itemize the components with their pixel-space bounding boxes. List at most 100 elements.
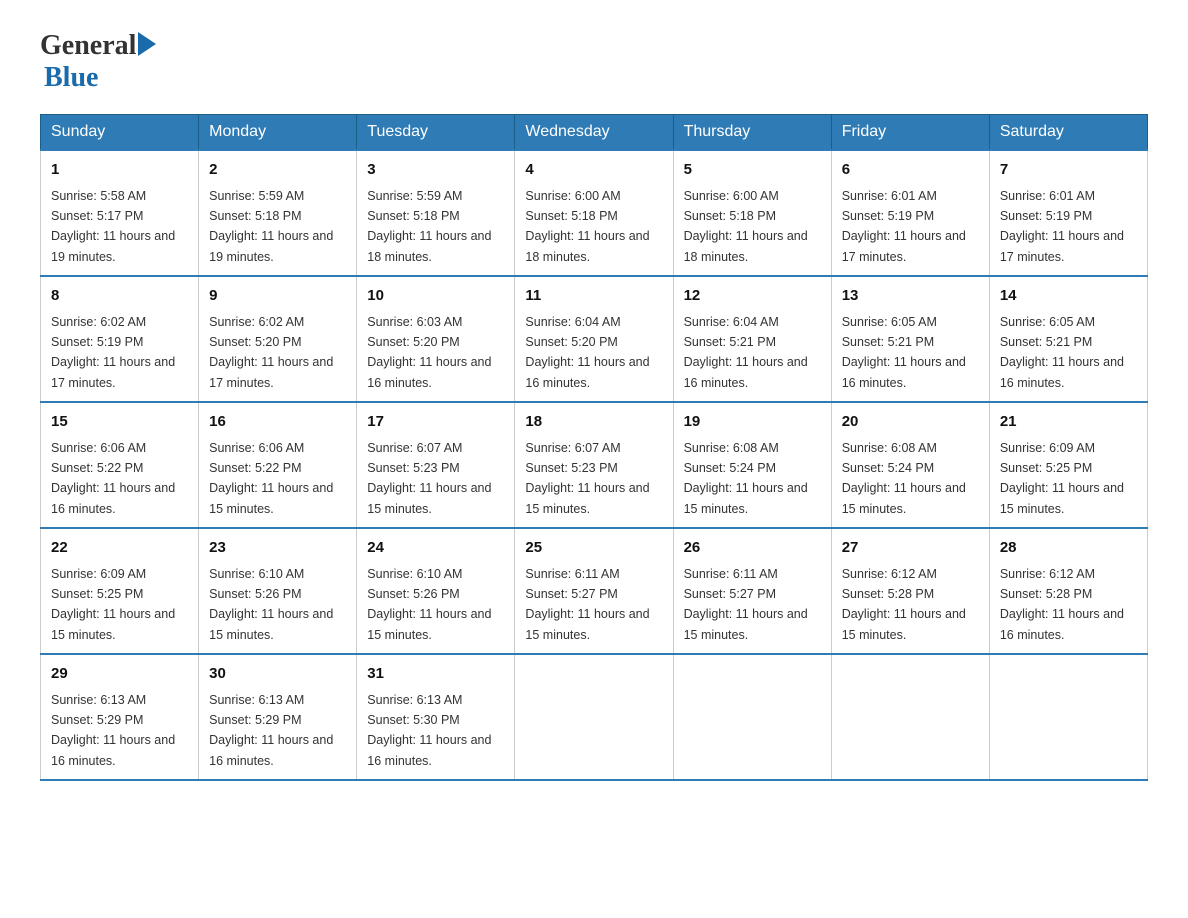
day-number: 11 <box>525 285 662 308</box>
day-cell: 29 Sunrise: 6:13 AMSunset: 5:29 PMDaylig… <box>41 654 199 780</box>
day-number: 6 <box>842 159 979 182</box>
day-info: Sunrise: 6:10 AMSunset: 5:26 PMDaylight:… <box>209 567 333 642</box>
day-info: Sunrise: 6:09 AMSunset: 5:25 PMDaylight:… <box>51 567 175 642</box>
week-row-4: 22 Sunrise: 6:09 AMSunset: 5:25 PMDaylig… <box>41 528 1148 654</box>
day-cell: 7 Sunrise: 6:01 AMSunset: 5:19 PMDayligh… <box>989 150 1147 276</box>
day-cell: 15 Sunrise: 6:06 AMSunset: 5:22 PMDaylig… <box>41 402 199 528</box>
day-number: 25 <box>525 537 662 560</box>
day-info: Sunrise: 5:58 AMSunset: 5:17 PMDaylight:… <box>51 189 175 264</box>
day-number: 9 <box>209 285 346 308</box>
day-number: 22 <box>51 537 188 560</box>
week-row-1: 1 Sunrise: 5:58 AMSunset: 5:17 PMDayligh… <box>41 150 1148 276</box>
day-cell: 4 Sunrise: 6:00 AMSunset: 5:18 PMDayligh… <box>515 150 673 276</box>
day-number: 28 <box>1000 537 1137 560</box>
day-number: 21 <box>1000 411 1137 434</box>
day-cell: 30 Sunrise: 6:13 AMSunset: 5:29 PMDaylig… <box>199 654 357 780</box>
day-number: 18 <box>525 411 662 434</box>
day-cell: 2 Sunrise: 5:59 AMSunset: 5:18 PMDayligh… <box>199 150 357 276</box>
day-cell <box>989 654 1147 780</box>
day-cell: 24 Sunrise: 6:10 AMSunset: 5:26 PMDaylig… <box>357 528 515 654</box>
day-number: 8 <box>51 285 188 308</box>
day-number: 16 <box>209 411 346 434</box>
day-cell: 16 Sunrise: 6:06 AMSunset: 5:22 PMDaylig… <box>199 402 357 528</box>
day-info: Sunrise: 6:04 AMSunset: 5:21 PMDaylight:… <box>684 315 808 390</box>
day-number: 26 <box>684 537 821 560</box>
day-info: Sunrise: 6:09 AMSunset: 5:25 PMDaylight:… <box>1000 441 1124 516</box>
day-info: Sunrise: 6:12 AMSunset: 5:28 PMDaylight:… <box>842 567 966 642</box>
day-cell: 11 Sunrise: 6:04 AMSunset: 5:20 PMDaylig… <box>515 276 673 402</box>
day-number: 20 <box>842 411 979 434</box>
week-row-5: 29 Sunrise: 6:13 AMSunset: 5:29 PMDaylig… <box>41 654 1148 780</box>
weekday-header-tuesday: Tuesday <box>357 115 515 151</box>
day-info: Sunrise: 6:02 AMSunset: 5:19 PMDaylight:… <box>51 315 175 390</box>
day-cell: 22 Sunrise: 6:09 AMSunset: 5:25 PMDaylig… <box>41 528 199 654</box>
weekday-header-saturday: Saturday <box>989 115 1147 151</box>
calendar-table: SundayMondayTuesdayWednesdayThursdayFrid… <box>40 114 1148 781</box>
day-info: Sunrise: 5:59 AMSunset: 5:18 PMDaylight:… <box>367 189 491 264</box>
day-info: Sunrise: 6:00 AMSunset: 5:18 PMDaylight:… <box>684 189 808 264</box>
day-cell <box>831 654 989 780</box>
day-number: 12 <box>684 285 821 308</box>
day-cell: 13 Sunrise: 6:05 AMSunset: 5:21 PMDaylig… <box>831 276 989 402</box>
day-info: Sunrise: 6:13 AMSunset: 5:30 PMDaylight:… <box>367 693 491 768</box>
weekday-header-friday: Friday <box>831 115 989 151</box>
day-info: Sunrise: 6:11 AMSunset: 5:27 PMDaylight:… <box>684 567 808 642</box>
day-cell: 18 Sunrise: 6:07 AMSunset: 5:23 PMDaylig… <box>515 402 673 528</box>
day-cell: 8 Sunrise: 6:02 AMSunset: 5:19 PMDayligh… <box>41 276 199 402</box>
day-number: 10 <box>367 285 504 308</box>
day-number: 14 <box>1000 285 1137 308</box>
day-number: 15 <box>51 411 188 434</box>
header: General Blue <box>40 30 1148 94</box>
day-number: 23 <box>209 537 346 560</box>
day-number: 1 <box>51 159 188 182</box>
day-number: 27 <box>842 537 979 560</box>
day-info: Sunrise: 6:07 AMSunset: 5:23 PMDaylight:… <box>367 441 491 516</box>
day-number: 19 <box>684 411 821 434</box>
day-info: Sunrise: 6:07 AMSunset: 5:23 PMDaylight:… <box>525 441 649 516</box>
day-cell: 17 Sunrise: 6:07 AMSunset: 5:23 PMDaylig… <box>357 402 515 528</box>
day-info: Sunrise: 6:01 AMSunset: 5:19 PMDaylight:… <box>1000 189 1124 264</box>
day-cell: 25 Sunrise: 6:11 AMSunset: 5:27 PMDaylig… <box>515 528 673 654</box>
day-number: 4 <box>525 159 662 182</box>
day-info: Sunrise: 5:59 AMSunset: 5:18 PMDaylight:… <box>209 189 333 264</box>
day-cell: 19 Sunrise: 6:08 AMSunset: 5:24 PMDaylig… <box>673 402 831 528</box>
day-cell: 28 Sunrise: 6:12 AMSunset: 5:28 PMDaylig… <box>989 528 1147 654</box>
day-info: Sunrise: 6:11 AMSunset: 5:27 PMDaylight:… <box>525 567 649 642</box>
day-info: Sunrise: 6:00 AMSunset: 5:18 PMDaylight:… <box>525 189 649 264</box>
day-info: Sunrise: 6:03 AMSunset: 5:20 PMDaylight:… <box>367 315 491 390</box>
day-number: 31 <box>367 663 504 686</box>
day-info: Sunrise: 6:12 AMSunset: 5:28 PMDaylight:… <box>1000 567 1124 642</box>
weekday-header-wednesday: Wednesday <box>515 115 673 151</box>
day-info: Sunrise: 6:01 AMSunset: 5:19 PMDaylight:… <box>842 189 966 264</box>
weekday-header-monday: Monday <box>199 115 357 151</box>
day-number: 5 <box>684 159 821 182</box>
weekday-header-sunday: Sunday <box>41 115 199 151</box>
day-number: 30 <box>209 663 346 686</box>
logo-arrow-icon <box>138 32 156 56</box>
day-number: 29 <box>51 663 188 686</box>
day-info: Sunrise: 6:04 AMSunset: 5:20 PMDaylight:… <box>525 315 649 390</box>
day-info: Sunrise: 6:08 AMSunset: 5:24 PMDaylight:… <box>684 441 808 516</box>
day-cell: 23 Sunrise: 6:10 AMSunset: 5:26 PMDaylig… <box>199 528 357 654</box>
day-info: Sunrise: 6:10 AMSunset: 5:26 PMDaylight:… <box>367 567 491 642</box>
day-cell: 26 Sunrise: 6:11 AMSunset: 5:27 PMDaylig… <box>673 528 831 654</box>
day-cell: 14 Sunrise: 6:05 AMSunset: 5:21 PMDaylig… <box>989 276 1147 402</box>
day-number: 3 <box>367 159 504 182</box>
day-info: Sunrise: 6:06 AMSunset: 5:22 PMDaylight:… <box>209 441 333 516</box>
weekday-header-thursday: Thursday <box>673 115 831 151</box>
day-number: 7 <box>1000 159 1137 182</box>
day-cell: 5 Sunrise: 6:00 AMSunset: 5:18 PMDayligh… <box>673 150 831 276</box>
day-info: Sunrise: 6:13 AMSunset: 5:29 PMDaylight:… <box>51 693 175 768</box>
day-info: Sunrise: 6:08 AMSunset: 5:24 PMDaylight:… <box>842 441 966 516</box>
day-info: Sunrise: 6:02 AMSunset: 5:20 PMDaylight:… <box>209 315 333 390</box>
day-cell <box>673 654 831 780</box>
day-cell: 27 Sunrise: 6:12 AMSunset: 5:28 PMDaylig… <box>831 528 989 654</box>
day-cell: 20 Sunrise: 6:08 AMSunset: 5:24 PMDaylig… <box>831 402 989 528</box>
week-row-3: 15 Sunrise: 6:06 AMSunset: 5:22 PMDaylig… <box>41 402 1148 528</box>
day-cell: 31 Sunrise: 6:13 AMSunset: 5:30 PMDaylig… <box>357 654 515 780</box>
day-cell: 9 Sunrise: 6:02 AMSunset: 5:20 PMDayligh… <box>199 276 357 402</box>
day-cell: 21 Sunrise: 6:09 AMSunset: 5:25 PMDaylig… <box>989 402 1147 528</box>
day-cell: 10 Sunrise: 6:03 AMSunset: 5:20 PMDaylig… <box>357 276 515 402</box>
day-cell: 1 Sunrise: 5:58 AMSunset: 5:17 PMDayligh… <box>41 150 199 276</box>
weekday-header-row: SundayMondayTuesdayWednesdayThursdayFrid… <box>41 115 1148 151</box>
